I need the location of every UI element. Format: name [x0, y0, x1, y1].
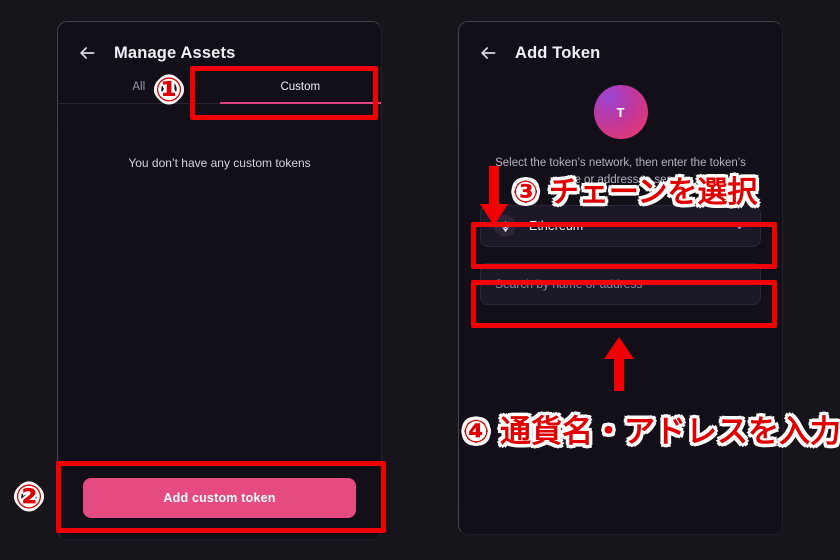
add-token-form: Ethereum	[458, 205, 783, 306]
network-name-label: Ethereum	[529, 219, 584, 234]
page-title: Manage Assets	[114, 43, 236, 62]
annotation-marker-2: ②	[15, 477, 43, 516]
tab-custom[interactable]: Custom	[219, 81, 381, 104]
helper-text: Select the token’s network, then enter t…	[495, 157, 746, 186]
ethereum-icon	[494, 215, 516, 238]
asset-tabs: All Custom	[57, 81, 382, 104]
back-arrow-icon[interactable]	[77, 43, 97, 63]
token-search-input[interactable]	[480, 263, 761, 306]
network-select[interactable]: Ethereum	[480, 205, 761, 248]
manage-assets-header: Manage Assets	[57, 21, 382, 63]
manage-assets-panel: Manage Assets All Custom You don’t have …	[57, 21, 382, 540]
screenshot-root: Manage Assets All Custom You don’t have …	[0, 0, 840, 560]
empty-state-message: You don’t have any custom tokens	[128, 156, 311, 170]
chevron-down-icon[interactable]	[732, 219, 747, 234]
add-custom-token-button[interactable]: Add custom token	[83, 478, 356, 518]
back-arrow-icon[interactable]	[478, 43, 498, 63]
add-token-panel: Add Token T Select the token’s network, …	[458, 21, 783, 535]
tab-all[interactable]: All	[58, 81, 220, 104]
add-token-header: Add Token	[458, 21, 783, 63]
token-avatar: T	[593, 85, 648, 139]
page-title: Add Token	[515, 43, 601, 62]
add-custom-token-container: Add custom token	[57, 478, 382, 518]
token-avatar-container: T	[458, 85, 783, 139]
